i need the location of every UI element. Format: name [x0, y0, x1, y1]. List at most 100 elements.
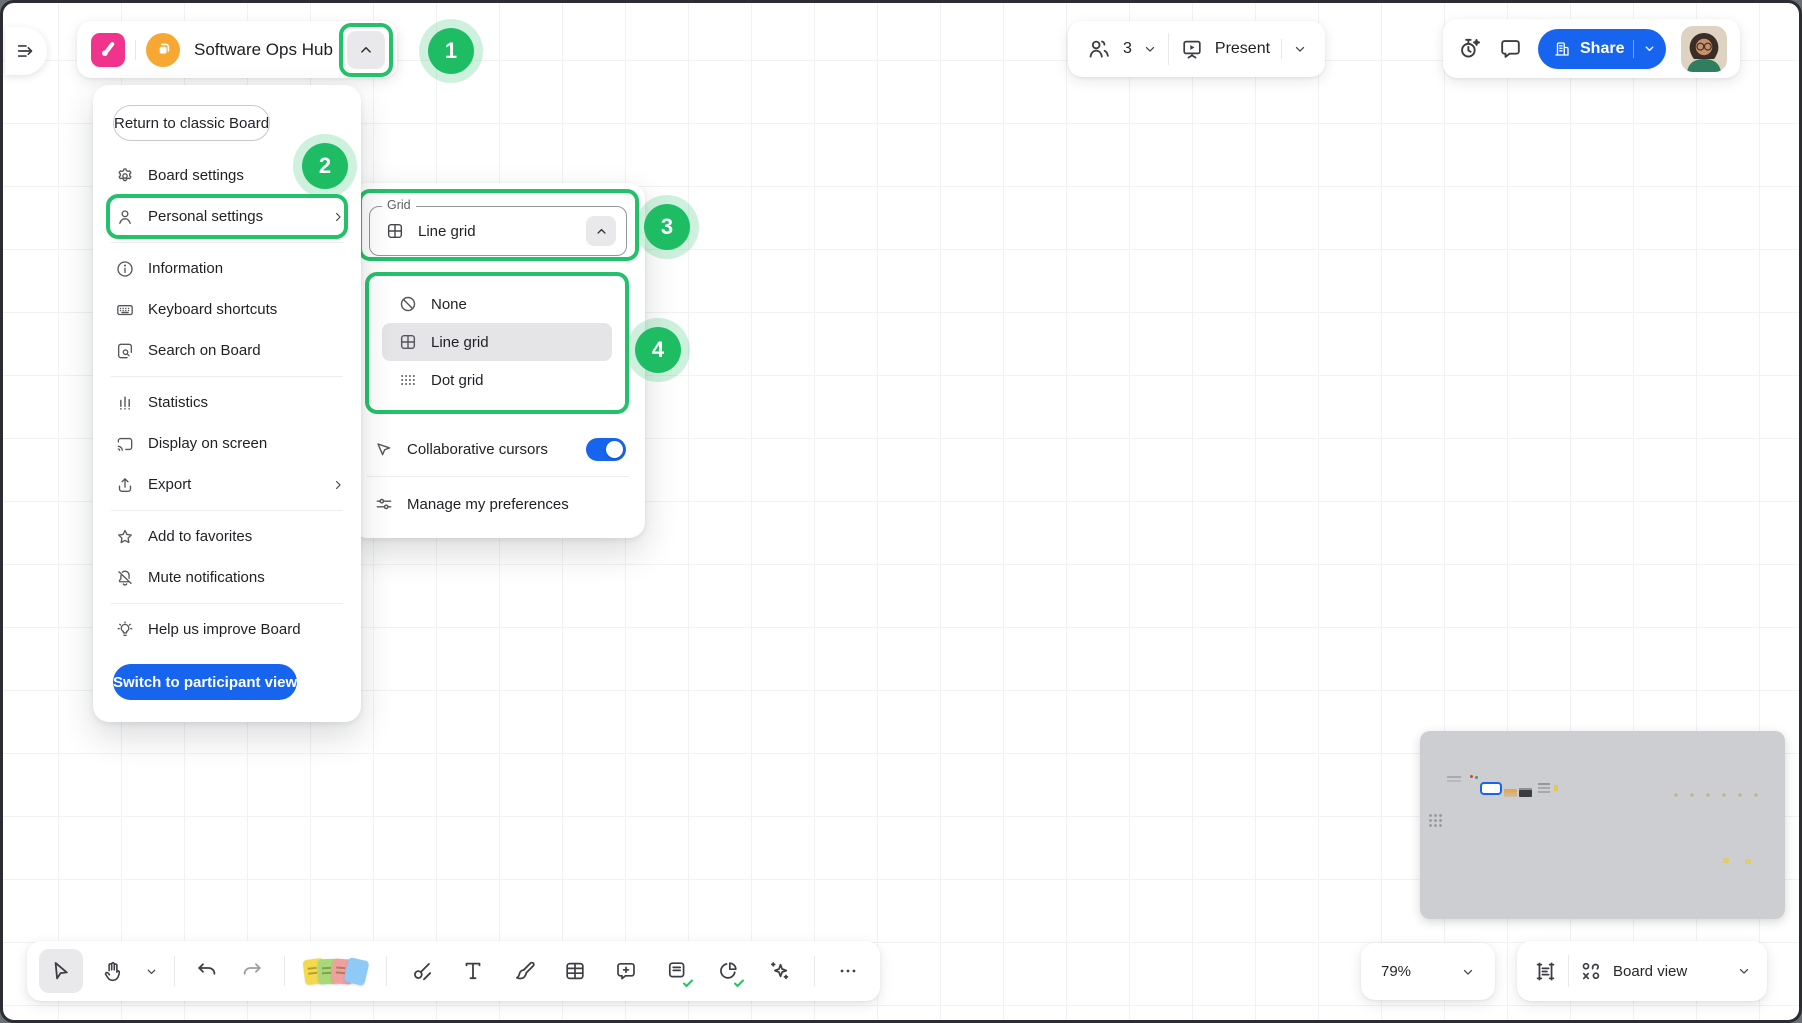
menu-item-label: Statistics [148, 394, 208, 411]
statistics-icon [115, 393, 135, 413]
minimap-viewport[interactable] [1480, 782, 1502, 795]
keyboard-icon [115, 300, 135, 320]
star-icon [115, 527, 135, 547]
menu-item-label: Display on screen [148, 435, 267, 452]
collaborators-chevron-icon[interactable] [1143, 42, 1157, 56]
frame-comment-button[interactable] [604, 949, 648, 993]
board-title-bar: Software Ops Hub [77, 21, 397, 78]
share-divider [1633, 40, 1634, 58]
menu-item-label: Export [148, 476, 191, 493]
view-label[interactable]: Board view [1613, 963, 1687, 980]
menu-item-search-on-board[interactable]: Search on Board [93, 330, 361, 371]
menu-item-personal-settings[interactable]: Personal settings [93, 196, 361, 237]
minimap-grid-mark [1428, 813, 1443, 828]
expand-sidebar-icon [15, 40, 37, 62]
collaborative-cursors-toggle[interactable] [586, 438, 626, 461]
bell-off-icon [115, 568, 135, 588]
return-to-classic-button[interactable]: Return to classic Board [113, 105, 270, 141]
menu-item-add-to-favorites[interactable]: Add to favorites [93, 516, 361, 557]
line-grid-icon [385, 221, 405, 241]
grid-select-collapse-button[interactable] [586, 216, 616, 246]
collaborative-cursors-row[interactable]: Collaborative cursors [351, 427, 645, 471]
grid-option-none[interactable]: None [382, 285, 612, 323]
menu-item-help-us-improve[interactable]: Help us improve Board [93, 609, 361, 650]
zoom-level-control[interactable]: 79% [1361, 943, 1495, 1000]
undo-button[interactable] [188, 949, 226, 993]
dot-grid-icon [398, 370, 418, 390]
panel-divider [367, 476, 629, 477]
step-badge-1: 1 [428, 28, 474, 74]
open-sidebar-button[interactable] [5, 27, 47, 75]
line-grid-icon [398, 332, 418, 352]
toggle-knob [606, 441, 623, 458]
switch-to-participant-view-button[interactable]: Switch to participant view [113, 664, 297, 700]
viewbox-divider [1568, 955, 1569, 987]
manage-preferences-label: Manage my preferences [407, 496, 569, 513]
board-title[interactable]: Software Ops Hub [190, 40, 337, 60]
toolbar-divider [174, 956, 175, 986]
collaborators-icon [1086, 36, 1112, 62]
step-badge-2: 2 [302, 143, 348, 189]
grid-group-label: Grid [382, 198, 416, 212]
menu-divider [111, 510, 343, 511]
grid-options-box: None Line grid Dot grid [365, 272, 629, 414]
grid-select[interactable]: Grid Line grid [369, 206, 627, 256]
app-logo-icon[interactable] [91, 33, 125, 67]
grid-option-dot-grid[interactable]: Dot grid [382, 361, 612, 399]
present-chevron-icon[interactable] [1293, 42, 1307, 56]
user-avatar[interactable] [1681, 26, 1727, 72]
text-tool-button[interactable] [451, 949, 495, 993]
toolbar-divider [386, 956, 387, 986]
step-badge-4: 4 [635, 327, 681, 373]
menu-item-export[interactable]: Export [93, 464, 361, 505]
menu-divider [111, 376, 343, 377]
tools-chevron-icon[interactable] [141, 965, 161, 978]
toolbar-divider [814, 956, 815, 986]
cursor-icon [374, 439, 394, 459]
share-button[interactable]: Share [1538, 29, 1666, 69]
minimap[interactable] [1420, 731, 1785, 919]
titlebar-divider [135, 40, 136, 60]
minimap-mark [1470, 775, 1473, 778]
share-chevron-icon[interactable] [1643, 42, 1656, 55]
frames-icon[interactable] [1533, 959, 1558, 984]
menu-item-display-on-screen[interactable]: Display on screen [93, 423, 361, 464]
cast-screen-icon [115, 434, 135, 454]
person-icon [115, 207, 135, 227]
whiteboard-canvas[interactable]: Software Ops Hub 1 3 [0, 0, 1802, 1023]
collabbar-divider [1168, 33, 1169, 65]
menu-item-information[interactable]: Information [93, 248, 361, 289]
hand-tool-button[interactable] [90, 949, 134, 993]
select-tool-button[interactable] [39, 949, 83, 993]
chart-tool-button[interactable] [706, 949, 750, 993]
zoom-level: 79% [1381, 963, 1411, 980]
menu-item-label: Board settings [148, 167, 244, 184]
table-tool-button[interactable] [553, 949, 597, 993]
board-view-icon [1579, 959, 1603, 983]
board-menu-toggle-button[interactable] [347, 31, 385, 69]
manage-preferences-row[interactable]: Manage my preferences [351, 482, 645, 526]
sticky-notes-tool[interactable] [298, 959, 373, 984]
comments-icon[interactable] [1498, 36, 1523, 61]
minimap-thumbnail [1504, 789, 1517, 797]
ai-tools-button[interactable] [757, 949, 801, 993]
lightbulb-icon [115, 620, 135, 640]
view-chevron-icon[interactable] [1737, 964, 1751, 978]
redo-button[interactable] [233, 949, 271, 993]
timer-icon[interactable] [1456, 35, 1483, 62]
shapes-connectors-button[interactable] [400, 949, 444, 993]
collaborators-count[interactable]: 3 [1123, 40, 1132, 58]
pen-tool-button[interactable] [502, 949, 546, 993]
menu-item-mute-notifications[interactable]: Mute notifications [93, 557, 361, 598]
feedback-note-button[interactable] [655, 949, 699, 993]
menu-item-statistics[interactable]: Statistics [93, 382, 361, 423]
none-icon [398, 294, 418, 314]
menu-item-label: Personal settings [148, 208, 263, 225]
more-tools-button[interactable] [828, 949, 868, 993]
menu-item-label: Mute notifications [148, 569, 265, 586]
present-button[interactable]: Present [1215, 40, 1270, 58]
grid-option-line-grid[interactable]: Line grid [382, 323, 612, 361]
share-label: Share [1580, 40, 1624, 58]
search-board-icon [115, 341, 135, 361]
menu-item-keyboard-shortcuts[interactable]: Keyboard shortcuts [93, 289, 361, 330]
